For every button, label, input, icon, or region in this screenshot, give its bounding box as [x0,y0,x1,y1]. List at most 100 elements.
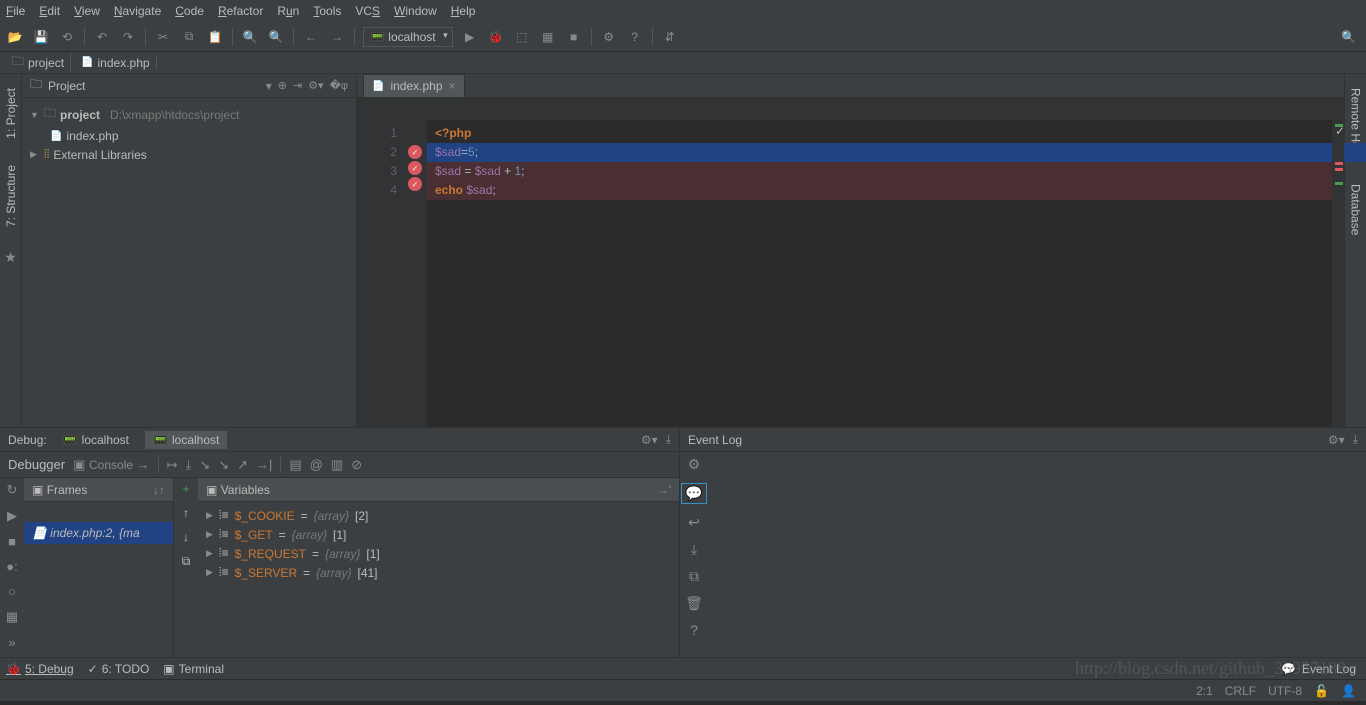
locate-icon[interactable]: ⊕ [278,79,287,92]
favorites-icon[interactable]: ★ [4,249,17,266]
var-get[interactable]: ▶⦙≡ $_GET = {array} [1] [202,525,675,544]
clear-icon[interactable]: 🗑 [685,595,703,612]
tab-database[interactable]: Database [1347,180,1365,239]
settings-icon[interactable]: ⚙ [688,456,701,473]
evaluate-icon[interactable]: ▤ [289,457,301,473]
editor-tab-index[interactable]: 📄 index.php × [363,74,465,97]
tab-todo[interactable]: ✓ 6: TODO [88,662,150,676]
settings-icon[interactable]: →' [657,483,671,497]
add-watch-icon[interactable]: + [182,482,189,496]
menu-vcs[interactable]: VCS [355,4,380,18]
tab-terminal[interactable]: ▣ Terminal [163,662,224,676]
menu-view[interactable]: View [74,4,100,18]
force-step-into-icon[interactable]: ↘ [218,457,229,473]
run-to-cursor-icon[interactable]: →| [256,457,272,472]
run-icon[interactable]: ▶ [461,28,479,46]
var-server[interactable]: ▶⦙≡ $_SERVER = {array} [41] [202,563,675,582]
help-icon[interactable]: ? [690,622,698,638]
status-line-sep[interactable]: CRLF [1225,684,1256,698]
down-icon[interactable]: ↓ [183,530,189,544]
debugger-tab[interactable]: Debugger [8,457,65,472]
open-icon[interactable]: 📂 [6,28,24,46]
find-icon[interactable]: 🔍 [241,28,259,46]
error-mark[interactable] [1335,168,1343,171]
menu-tools[interactable]: Tools [313,4,341,18]
debug-session-tab[interactable]: 📟 localhost [55,431,137,449]
back-icon[interactable]: ← [302,28,320,46]
redo-icon[interactable]: ↷ [119,28,137,46]
code-area[interactable]: <?php $sad=5; $sad = $sad + 1; echo $sad… [427,120,1332,427]
tab-debug[interactable]: 🐞 5: Debug [6,662,74,676]
expand-icon[interactable]: ▶ [206,529,213,540]
breakpoint-icon[interactable]: ✓ [408,145,422,159]
hide-icon[interactable]: �φ [330,79,348,92]
next-frame-icon[interactable]: ↑ [159,483,165,497]
rerun-icon[interactable]: ↻ [7,482,18,498]
editor-content[interactable]: 1 2 3 4 ✓ ✓ ✓ <?php $sad=5; $sad = $sad … [357,120,1344,427]
step-over-icon[interactable]: ⤓ [186,457,192,473]
expand-icon[interactable]: ▶ [206,567,213,578]
expand-icon[interactable]: ▶ [206,510,213,521]
tree-root[interactable]: ▼ 🗀 project D:\xmapp\htdocs\project [22,102,356,127]
hide-icon[interactable]: ⤓ [1353,432,1358,447]
error-stripe[interactable]: ✓ [1332,120,1344,427]
frame-item[interactable]: 📄 index.php:2, {ma [24,522,173,544]
stop-icon[interactable]: ■ [565,28,583,46]
copy-icon[interactable]: ⧉ [180,28,198,46]
copy-icon[interactable]: ⧉ [689,568,699,585]
menu-code[interactable]: Code [175,4,204,18]
tab-project[interactable]: 1: Project [2,84,20,143]
settings-icon[interactable]: ⚙▾ [641,433,658,447]
watch-icon[interactable]: @ [310,457,323,472]
balloon-icon[interactable]: 💬 [1281,662,1296,676]
lock-icon[interactable]: 🔓 [1314,684,1329,698]
event-log-link[interactable]: Event Log [1302,662,1356,676]
breakpoint-icon[interactable]: ✓ [408,177,422,191]
sync-icon[interactable]: ⟲ [58,28,76,46]
settings-icon[interactable]: ⚙ [600,28,618,46]
menu-file[interactable]: File [6,4,25,18]
settings-icon[interactable]: ⚙▾ [308,79,323,92]
var-cookie[interactable]: ▶⦙≡ $_COOKIE = {array} [2] [202,506,675,525]
show-execution-icon[interactable]: ↦ [167,457,178,473]
copy-icon[interactable]: ⧉ [182,554,191,569]
list-icon[interactable]: ▥ [331,457,343,473]
replace-icon[interactable]: 🔍 [267,28,285,46]
breadcrumb-file[interactable]: 📄 index.php [75,56,157,70]
stop-icon[interactable]: ■ [8,534,16,549]
collapse-icon[interactable]: ⇥ [293,79,302,92]
layout-icon[interactable]: ▦ [6,609,18,625]
debug-icon[interactable]: 🐞 [487,28,505,46]
project-title[interactable]: Project [48,79,266,93]
balloon-icon[interactable]: 💬 [681,483,706,504]
tab-structure[interactable]: 7: Structure [2,161,20,231]
forward-icon[interactable]: → [328,28,346,46]
tree-external-libs[interactable]: ▶ ⦙⦙ External Libraries [22,145,356,164]
close-tab-icon[interactable]: × [449,79,456,93]
expand-icon[interactable]: ▶ [30,149,40,160]
console-tab[interactable]: ▣ Console → [73,457,150,473]
wrap-icon[interactable]: ↩ [688,514,700,531]
tree-file[interactable]: 📄 index.php [22,127,356,145]
search-everywhere-icon[interactable]: 🔍 [1341,30,1356,44]
breadcrumb-project[interactable]: 🗀 project [6,52,71,73]
undo-icon[interactable]: ↶ [93,28,111,46]
menu-run[interactable]: Run [277,4,299,18]
profile-icon[interactable]: ▦ [539,28,557,46]
menu-window[interactable]: Window [394,4,437,18]
cut-icon[interactable]: ✂ [154,28,172,46]
inspector-icon[interactable]: 👤 [1341,684,1356,698]
more-icon[interactable]: » [8,635,15,650]
expand-icon[interactable]: ▼ [30,110,40,120]
status-encoding[interactable]: UTF-8 [1268,684,1302,698]
error-mark[interactable] [1335,162,1343,165]
resume-icon[interactable]: ▶ [7,508,17,524]
ok-mark[interactable] [1335,182,1343,185]
expand-icon[interactable]: ▶ [206,548,213,559]
menu-help[interactable]: Help [451,4,476,18]
coverage-icon[interactable]: ⬚ [513,28,531,46]
var-request[interactable]: ▶⦙≡ $_REQUEST = {array} [1] [202,544,675,563]
scroll-icon[interactable]: ⤓ [691,541,697,558]
up-icon[interactable]: ↑ [183,506,189,520]
hide-icon[interactable]: ⤓ [666,432,671,447]
